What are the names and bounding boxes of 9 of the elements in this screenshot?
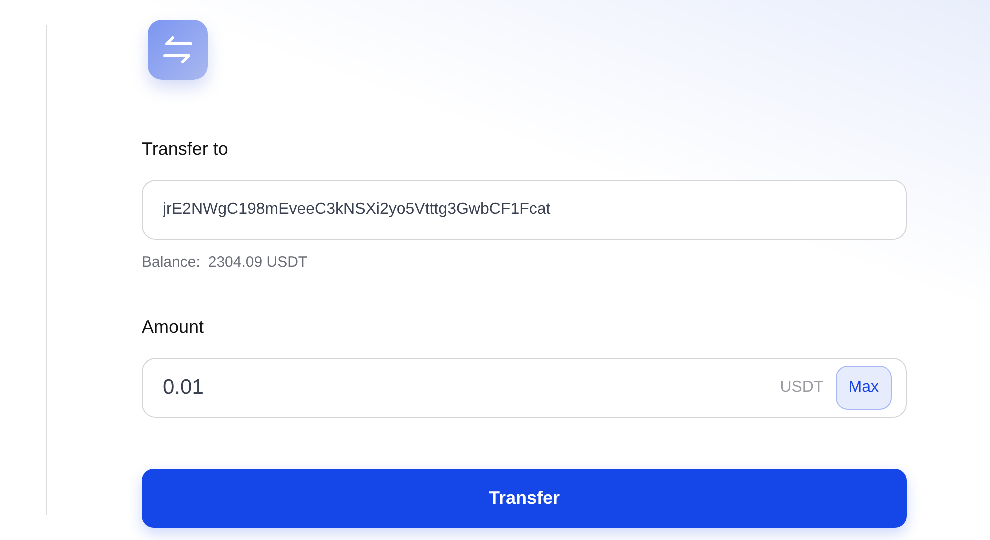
balance-label: Balance: [142, 253, 200, 273]
currency-unit: USDT [780, 378, 824, 398]
field-label: Transfer to [142, 138, 230, 161]
amount-input-field[interactable]: 0.01 USDT Max [142, 358, 907, 418]
max-button[interactable]: Max [836, 366, 892, 410]
field-label: Amount [142, 316, 206, 338]
transfer-button[interactable]: Transfer [142, 468, 907, 528]
transfer-arrows-icon [148, 20, 208, 80]
balance-value: 2304.09 USDT [208, 253, 308, 273]
